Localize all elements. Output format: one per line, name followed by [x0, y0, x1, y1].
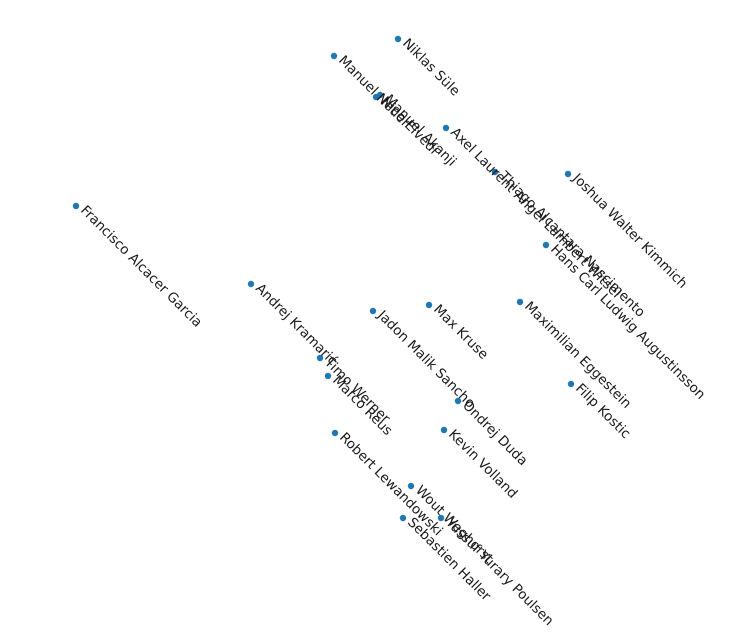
data-point — [442, 124, 450, 132]
point-label: Hans Carl Ludwig Augustinsson — [547, 242, 708, 403]
data-point — [516, 298, 524, 306]
data-point — [440, 426, 448, 434]
data-point — [331, 429, 339, 437]
point-label: Andrej Kramarić — [252, 281, 340, 369]
data-point — [567, 380, 575, 388]
point-label: Thiago Alcantara Nascimento — [495, 168, 648, 321]
data-point — [369, 307, 377, 315]
data-point — [542, 241, 550, 249]
data-point — [394, 35, 402, 43]
point-label: Max Kruse — [430, 302, 491, 363]
point-label: Marco Reus — [329, 373, 395, 439]
data-point — [564, 170, 572, 178]
data-point — [247, 280, 255, 288]
data-point — [407, 482, 415, 490]
data-point — [425, 301, 433, 309]
point-label: Francisco Alcacer Garcia — [77, 203, 205, 331]
scatter-chart: Niklas SüleManuel NeuerNico ElvediManuel… — [72, 35, 708, 630]
labels-layer: Niklas SüleManuel NeuerNico ElvediManuel… — [77, 36, 708, 630]
data-point — [330, 52, 338, 60]
data-point — [72, 202, 80, 210]
point-label: Niklas Süle — [399, 36, 463, 100]
point-label: Robert Lewandowski — [336, 430, 446, 540]
data-point — [399, 514, 407, 522]
